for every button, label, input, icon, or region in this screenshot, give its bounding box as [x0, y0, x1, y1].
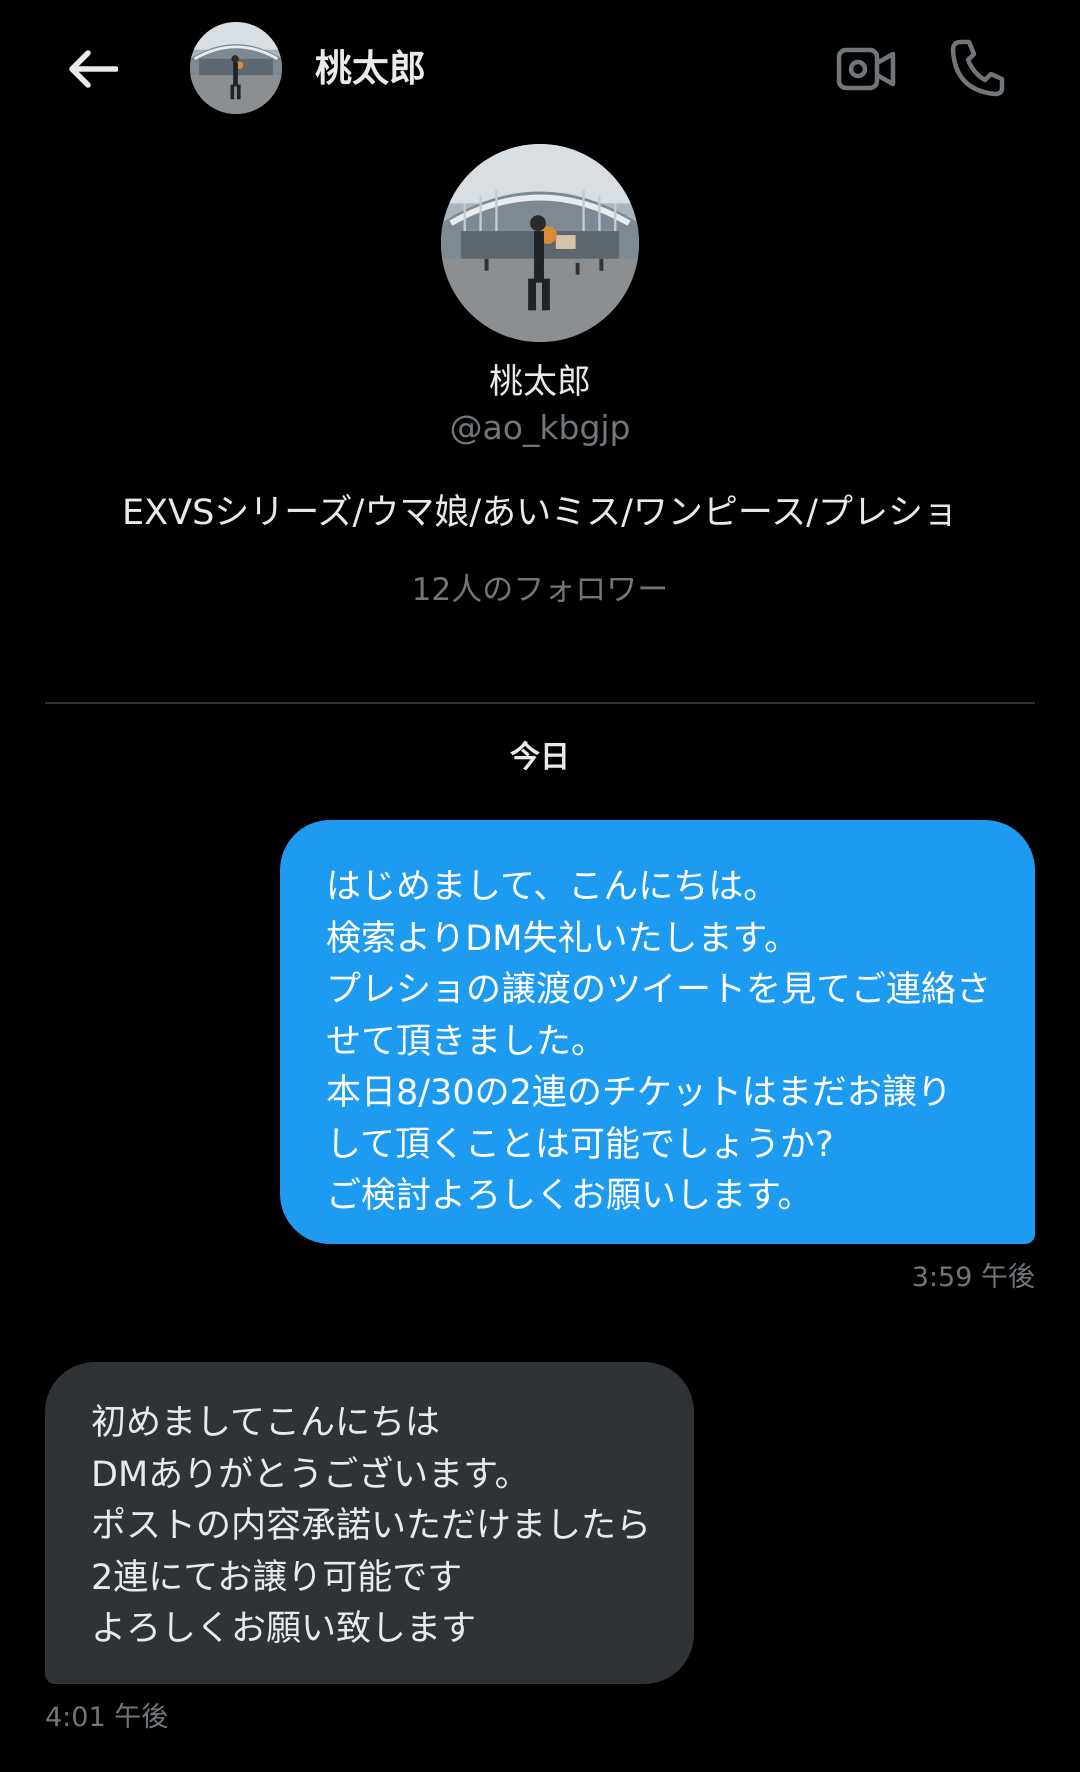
header-name[interactable]: 桃太郎	[315, 44, 426, 94]
message-text-line: DMありがとうございます。	[91, 1454, 530, 1495]
message-text-line: はじめまして、こんにちは。	[326, 867, 779, 907]
header-avatar[interactable]	[190, 22, 282, 114]
divider	[45, 702, 1035, 704]
message-timestamp: 3:59 午後	[911, 1262, 1035, 1293]
follower-count[interactable]: 12人のフォロワー	[0, 566, 1080, 614]
message-text-line: ポストの内容承諾いただけましたら	[91, 1506, 652, 1546]
date-separator: 今日	[510, 740, 570, 775]
profile-handle: @ao_kbgjp	[449, 408, 631, 447]
message-timestamp: 4:01 午後	[45, 1702, 169, 1733]
back-button[interactable]	[56, 38, 128, 100]
conversation-header: 桃太郎	[0, 0, 1080, 138]
message-text-line: よろしくお願い致します	[91, 1609, 477, 1649]
profile-avatar[interactable]	[441, 144, 639, 342]
message-text-line: ご検討よろしくお願いします。	[326, 1176, 813, 1216]
video-call-button[interactable]	[832, 36, 900, 102]
received-message-bubble[interactable]: 初めましてこんにちは DMありがとうございます。 ポストの内容承諾いただけました…	[45, 1362, 694, 1684]
avatar-image	[441, 144, 639, 342]
video-camera-icon	[836, 47, 896, 91]
arrow-left-icon	[69, 50, 118, 88]
message-text-line: 2連にてお譲り可能です	[91, 1557, 463, 1598]
message-text-line: せて頂きました。	[326, 1021, 607, 1062]
avatar-image	[190, 22, 282, 114]
voice-call-button[interactable]	[944, 32, 1010, 104]
message-text-line: 検索よりDM失礼いたします。	[326, 918, 799, 959]
message-text-line: プレショの譲渡のツイートを見てご連絡さ	[326, 970, 992, 1010]
message-text-line: して頂くことは可能でしょうか?	[326, 1124, 834, 1165]
profile-bio: EXVSシリーズ/ウマ娘/あいミス/ワンピース/プレショ	[122, 493, 958, 533]
message-text-line: 本日8/30の2連のチケットはまだお譲り	[326, 1073, 952, 1113]
profile-name: 桃太郎	[489, 362, 591, 402]
sent-message-bubble[interactable]: はじめまして、こんにちは。 検索よりDM失礼いたします。 プレショの譲渡のツイー…	[280, 820, 1035, 1244]
message-text-line: 初めましてこんにちは	[91, 1403, 440, 1443]
phone-icon	[950, 39, 1005, 97]
